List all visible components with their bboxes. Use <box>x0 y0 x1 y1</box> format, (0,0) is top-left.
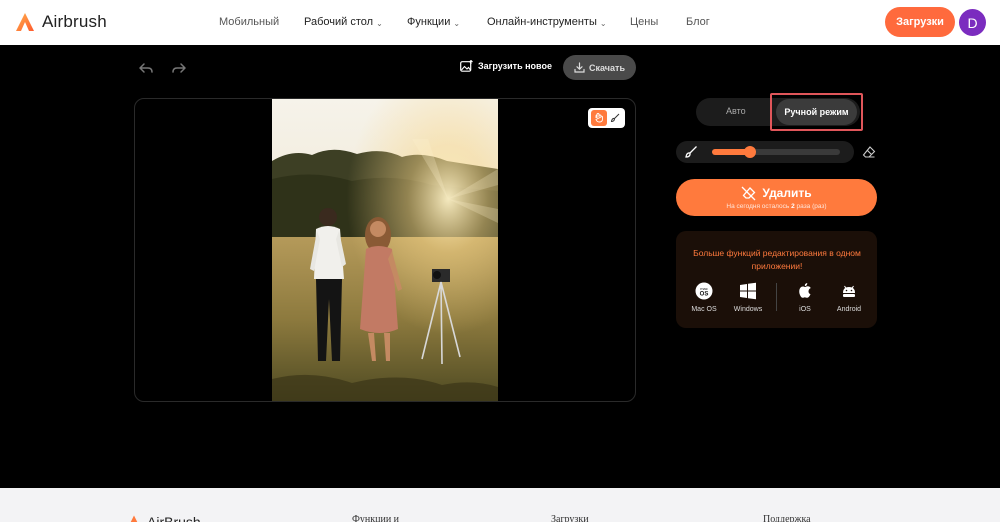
nav-label: Рабочий стол <box>304 16 374 28</box>
redo-icon[interactable] <box>171 60 187 76</box>
erase-object-icon <box>741 186 756 200</box>
nav-desktop[interactable]: Рабочий стол ⌄ <box>304 16 383 28</box>
mode-auto-tab[interactable]: Авто <box>726 106 746 116</box>
downloads-button[interactable]: Загрузки <box>885 7 955 37</box>
chevron-down-icon: ⌄ <box>376 18 383 28</box>
android-icon <box>843 285 855 297</box>
top-header: Airbrush Мобильный Рабочий стол ⌄ Функци… <box>0 0 1000 45</box>
apple-icon <box>799 283 811 298</box>
footer-logo-text: AirBrush <box>147 514 201 522</box>
footer-column-support[interactable]: Поддержка <box>763 514 811 522</box>
avatar[interactable]: D <box>959 9 986 36</box>
hand-icon <box>595 113 603 123</box>
nav-blog[interactable]: Блог <box>686 16 710 28</box>
canvas-tool-toggle[interactable] <box>588 108 625 128</box>
remove-button[interactable]: Удалить На сегодня осталось 2 раза (раз) <box>676 179 877 216</box>
footer: AirBrush Функции и Загрузки Поддержка <box>0 488 1000 522</box>
logo[interactable]: Airbrush <box>14 11 107 33</box>
macos-icon: mac OS <box>695 282 713 300</box>
promo-text: Больше функций редактирования в одном пр… <box>693 248 861 271</box>
svg-text:OS: OS <box>700 292 709 298</box>
nav-label: Функции <box>407 16 451 28</box>
footer-column-downloads[interactable]: Загрузки <box>551 514 589 522</box>
upload-new-button[interactable]: Загрузить новое <box>460 60 552 72</box>
brush-icon <box>611 113 620 123</box>
airbrush-logo-icon <box>16 13 34 31</box>
nav-label: Онлайн-инструменты <box>487 16 597 28</box>
platform-divider <box>776 283 777 311</box>
brush-icon <box>685 146 697 158</box>
nav-label: Цены <box>630 16 659 28</box>
logo-text: Airbrush <box>42 12 107 31</box>
platform-windows[interactable]: Windows <box>726 282 770 313</box>
image-upload-icon <box>460 60 473 72</box>
remaining-prefix: На сегодня осталось <box>726 202 790 210</box>
eraser-icon[interactable] <box>862 145 876 159</box>
platform-ios[interactable]: iOS <box>783 282 827 313</box>
airbrush-logo-icon <box>130 515 138 522</box>
nav-features[interactable]: Функции ⌄ <box>407 16 460 28</box>
nav-online-tools[interactable]: Онлайн-инструменты ⌄ <box>487 16 607 28</box>
remaining-uses-text: На сегодня осталось 2 раза (раз) <box>726 203 826 210</box>
remaining-suffix: раза (раз) <box>796 202 827 210</box>
save-label: Скачать <box>589 62 625 73</box>
platform-android[interactable]: Android <box>827 282 871 313</box>
platform-label: Windows <box>733 306 763 313</box>
nav-label: Блог <box>686 16 710 28</box>
remaining-count: 2 <box>791 202 795 210</box>
download-icon <box>574 62 585 73</box>
editor-canvas[interactable] <box>134 98 636 402</box>
svg-text:mac: mac <box>700 286 708 291</box>
platform-label: Mac OS <box>691 306 717 313</box>
windows-icon <box>740 282 756 300</box>
app-promo-card <box>676 231 877 328</box>
hand-tool-button[interactable] <box>590 110 607 126</box>
upload-new-label: Загрузить новое <box>478 61 552 71</box>
photo-couple-field <box>272 99 498 401</box>
platform-label: Android <box>836 306 862 313</box>
platform-macos[interactable]: mac OS Mac OS <box>682 282 726 313</box>
footer-logo[interactable]: AirBrush <box>126 514 201 522</box>
undo-icon[interactable] <box>138 60 154 76</box>
highlight-box <box>770 93 863 131</box>
footer-column-features[interactable]: Функции и <box>352 514 399 522</box>
save-button[interactable]: Скачать <box>563 55 636 80</box>
chevron-down-icon: ⌄ <box>453 18 461 28</box>
chevron-down-icon: ⌄ <box>599 18 607 28</box>
platform-label: iOS <box>799 306 811 313</box>
brush-tool-button[interactable] <box>608 111 622 125</box>
remove-label: Удалить <box>762 186 812 200</box>
nav-mobile[interactable]: Мобильный <box>219 16 279 28</box>
nav-pricing[interactable]: Цены <box>630 16 658 28</box>
nav-label: Мобильный <box>219 16 280 28</box>
